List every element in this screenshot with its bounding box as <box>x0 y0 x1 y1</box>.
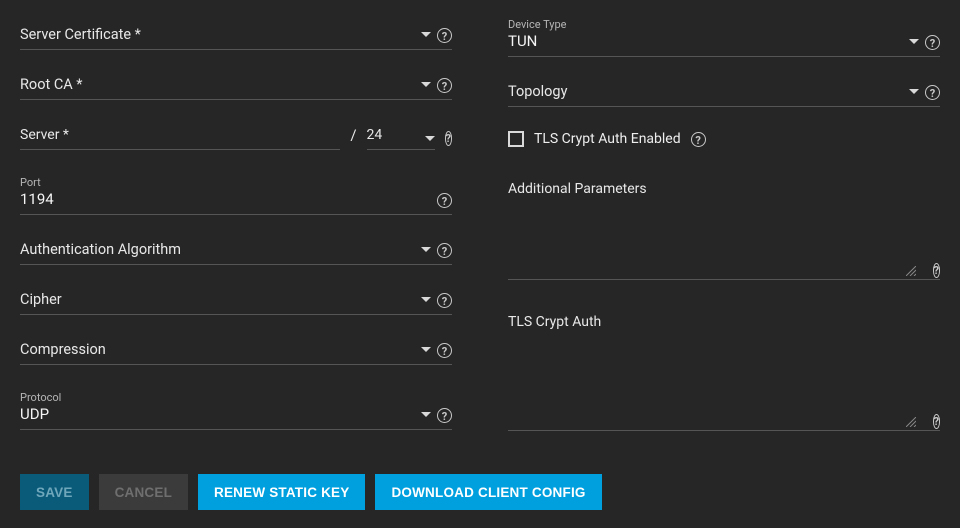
tls-crypt-auth-textarea[interactable] <box>508 334 940 431</box>
help-icon[interactable]: ? <box>437 408 452 423</box>
server-certificate-select[interactable]: Server Certificate * ? <box>20 26 452 50</box>
field-label: Authentication Algorithm <box>20 241 415 258</box>
cidr-value: 24 <box>367 127 383 143</box>
field-label: Server Certificate * <box>20 26 415 43</box>
device-type-value: TUN <box>508 32 903 50</box>
field-label: Root CA * <box>20 76 415 93</box>
download-client-config-button[interactable]: DOWNLOAD CLIENT CONFIG <box>375 474 601 510</box>
chevron-down-icon <box>421 32 431 37</box>
cancel-button[interactable]: CANCEL <box>99 474 188 510</box>
help-icon[interactable]: ? <box>933 263 940 278</box>
help-icon[interactable]: ? <box>437 28 452 43</box>
port-value: 1194 <box>20 190 431 208</box>
field-label: Server * <box>20 127 69 143</box>
chevron-down-icon <box>909 89 919 94</box>
help-icon[interactable]: ? <box>445 131 452 146</box>
chevron-down-icon <box>421 247 431 252</box>
chevron-down-icon <box>421 82 431 87</box>
topology-select[interactable]: Topology ? <box>508 83 940 107</box>
renew-static-key-button[interactable]: RENEW STATIC KEY <box>198 474 365 510</box>
root-ca-select[interactable]: Root CA * ? <box>20 76 452 100</box>
help-icon[interactable]: ? <box>925 35 940 50</box>
field-label: Compression <box>20 341 415 358</box>
right-column: Device Type TUN ? Topology ? <box>508 12 940 452</box>
field-label: Cipher <box>20 291 415 308</box>
auth-algorithm-select[interactable]: Authentication Algorithm ? <box>20 241 452 265</box>
protocol-value: UDP <box>20 405 415 423</box>
help-icon[interactable]: ? <box>437 78 452 93</box>
tls-crypt-auth-label: TLS Crypt Auth <box>508 314 940 330</box>
port-label: Port <box>20 176 452 190</box>
chevron-down-icon <box>425 136 435 141</box>
save-button[interactable]: SAVE <box>20 474 89 510</box>
chevron-down-icon <box>421 297 431 302</box>
chevron-down-icon <box>909 39 919 44</box>
additional-parameters-label: Additional Parameters <box>508 181 940 197</box>
protocol-select[interactable]: UDP ? <box>20 405 452 430</box>
cidr-divider: / <box>350 126 356 150</box>
help-icon[interactable]: ? <box>933 414 940 429</box>
left-column: Server Certificate * ? Root CA * ? <box>20 12 452 452</box>
port-input[interactable]: 1194 ? <box>20 190 452 215</box>
help-icon[interactable]: ? <box>437 343 452 358</box>
action-buttons: SAVE CANCEL RENEW STATIC KEY DOWNLOAD CL… <box>20 474 940 510</box>
device-type-select[interactable]: TUN ? <box>508 32 940 57</box>
tls-crypt-auth-enabled-checkbox[interactable] <box>508 131 524 147</box>
chevron-down-icon <box>421 347 431 352</box>
cipher-select[interactable]: Cipher ? <box>20 291 452 315</box>
help-icon[interactable]: ? <box>691 132 706 147</box>
field-label: Topology <box>508 83 903 100</box>
checkbox-label: TLS Crypt Auth Enabled <box>534 131 681 147</box>
device-type-label: Device Type <box>508 18 940 32</box>
help-icon[interactable]: ? <box>437 193 452 208</box>
chevron-down-icon <box>421 412 431 417</box>
help-icon[interactable]: ? <box>437 293 452 308</box>
resize-handle-icon[interactable] <box>906 417 916 427</box>
additional-parameters-textarea[interactable] <box>508 201 940 280</box>
server-input[interactable]: Server * <box>20 127 340 150</box>
help-icon[interactable]: ? <box>437 243 452 258</box>
protocol-label: Protocol <box>20 391 452 405</box>
help-icon[interactable]: ? <box>925 85 940 100</box>
resize-handle-icon[interactable] <box>906 266 916 276</box>
compression-select[interactable]: Compression ? <box>20 341 452 365</box>
server-cidr-select[interactable]: 24 <box>367 127 435 150</box>
